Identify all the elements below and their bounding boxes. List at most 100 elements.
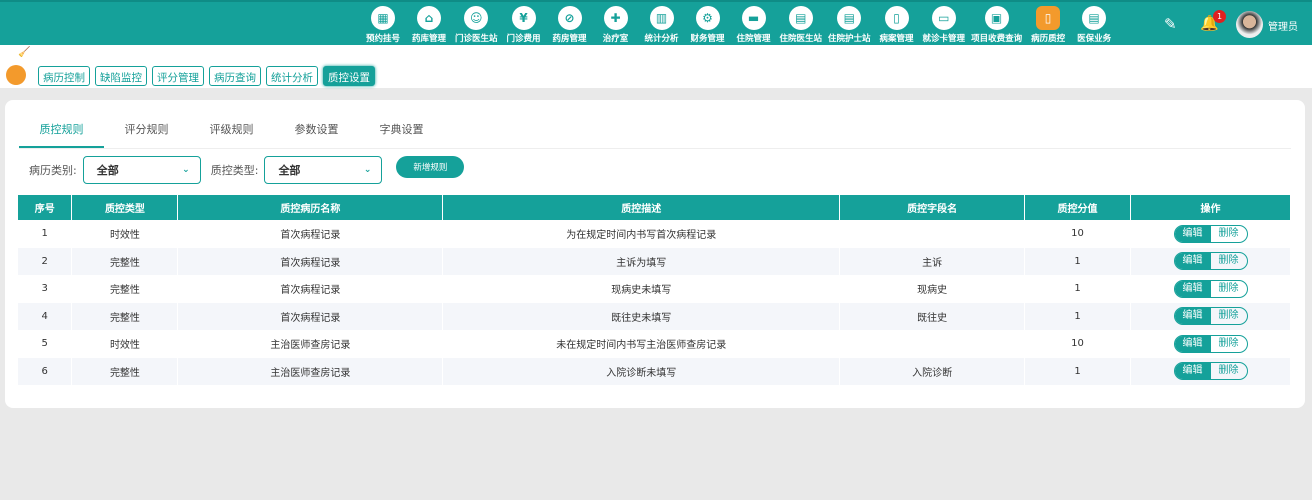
nav-item[interactable]: ¥ 门诊费用 — [501, 6, 547, 44]
table-cell: 1 — [1024, 357, 1131, 385]
nav-label: 门诊医生站 — [455, 34, 498, 44]
column-header: 质控分值 — [1024, 195, 1131, 220]
nav-label: 项目收费查询 — [971, 34, 1023, 44]
nav-label: 住院护士站 — [828, 34, 871, 44]
type-value: 全部 — [278, 164, 301, 177]
card-icon: ▭ — [931, 6, 956, 30]
subtab[interactable]: 缺陷监控 — [95, 66, 147, 86]
edit-button[interactable]: 编辑 — [1174, 280, 1211, 297]
delete-button[interactable]: 删除 — [1211, 281, 1247, 297]
category-select[interactable]: 全部 ⌄ — [82, 156, 201, 184]
table-cell: 10 — [1024, 220, 1131, 248]
table-cell: 6 — [18, 357, 73, 385]
table-cell: 1 — [1024, 247, 1131, 275]
column-header: 质控字段名 — [839, 195, 1026, 220]
broom-icon[interactable]: 🧹 — [18, 47, 30, 58]
subtab[interactable]: 评分管理 — [152, 66, 204, 86]
doctor-icon: ☺ — [464, 6, 489, 30]
table-row: 4 完整性 首次病程记录 既往史未填写 既往史 1 编辑 删除 — [18, 302, 1291, 330]
table-row: 3 完整性 首次病程记录 现病史未填写 现病史 1 编辑 删除 — [18, 275, 1291, 303]
column-header: 质控类型 — [71, 195, 179, 220]
rules-table: 序号 质控类型 质控病历名称 质控描述 质控字段名 质控分值 操作 1 时效性 首次病程记录 为在… — [18, 195, 1291, 385]
table-row: 2 完整性 首次病程记录 主诉为填写 主诉 1 编辑 删除 — [18, 247, 1291, 275]
table-cell: 1 — [1024, 302, 1131, 330]
delete-button[interactable]: 删除 — [1211, 253, 1247, 269]
nav-item[interactable]: ☺ 门诊医生站 — [452, 6, 501, 44]
table-cell — [839, 330, 1026, 358]
subtab[interactable]: 统计分析 — [266, 66, 318, 86]
type-select[interactable]: 全部 ⌄ — [264, 156, 383, 184]
table-cell: 首次病程记录 — [177, 220, 444, 248]
nav-label: 门诊费用 — [506, 34, 541, 44]
delete-button[interactable]: 删除 — [1211, 363, 1247, 379]
column-header: 质控病历名称 — [177, 195, 444, 220]
nav-item[interactable]: ▦ 预约挂号 — [360, 6, 406, 44]
actions-cell: 编辑 删除 — [1130, 275, 1291, 303]
nav-label: 医保业务 — [1077, 34, 1112, 44]
table-cell: 既往史未填写 — [442, 302, 841, 330]
nav-label: 住院医生站 — [779, 34, 823, 44]
subtab[interactable]: 病历控制 — [38, 66, 90, 86]
chevron-down-icon: ⌄ — [182, 165, 190, 175]
table-row: 6 完整性 主治医师查房记录 入院诊断未填写 入院诊断 1 编辑 删除 — [18, 357, 1291, 385]
table-cell: 主诉为填写 — [442, 247, 841, 275]
nav-item[interactable]: ▣ 项目收费查询 — [968, 6, 1025, 44]
nav-item[interactable]: ▭ 就诊卡管理 — [920, 6, 969, 44]
table-cell: 5 — [18, 330, 73, 358]
delete-button[interactable]: 删除 — [1211, 308, 1247, 324]
edit-button[interactable]: 编辑 — [1174, 225, 1211, 242]
column-header: 操作 — [1130, 195, 1291, 220]
record-logo-icon — [6, 65, 26, 85]
nurse-card-icon: ▤ — [837, 6, 862, 30]
nav-item[interactable]: ▯ 病历质控 — [1025, 6, 1071, 44]
table-cell: 完整性 — [71, 275, 179, 303]
table-row: 1 时效性 首次病程记录 为在规定时间内书写首次病程记录 10 编辑 删除 — [18, 220, 1291, 248]
delete-button[interactable]: 删除 — [1211, 336, 1247, 352]
nav-item[interactable]: ⚙ 财务管理 — [685, 6, 731, 44]
nav-item[interactable]: ▯ 病案管理 — [874, 6, 920, 44]
user-name[interactable]: 管理员 — [1268, 18, 1298, 33]
tab[interactable]: 评级规则 — [189, 115, 274, 148]
table-cell: 既往史 — [839, 302, 1026, 330]
nav-label: 财务管理 — [690, 34, 725, 44]
edit-button[interactable]: 编辑 — [1174, 363, 1211, 380]
table-cell: 1 — [18, 220, 73, 248]
bed-icon: ▬ — [741, 6, 766, 30]
nav-item[interactable]: ✚ 治疗室 — [593, 6, 639, 44]
nav-item[interactable]: ▤ 医保业务 — [1071, 6, 1117, 44]
edit-button[interactable]: 编辑 — [1174, 335, 1211, 352]
add-rule-button[interactable]: 新增规则 — [396, 156, 465, 178]
pencil-icon[interactable]: ✎ — [1164, 15, 1177, 33]
table-cell: 首次病程记录 — [177, 247, 444, 275]
nav-label: 病案管理 — [879, 34, 914, 44]
subtab[interactable]: 质控设置 — [323, 66, 375, 86]
nav-item[interactable]: ⌂ 药库管理 — [406, 6, 452, 44]
record-icon: ▯ — [1036, 6, 1061, 30]
nav-label: 预约挂号 — [365, 34, 400, 44]
nav-item[interactable]: ⊘ 药房管理 — [547, 6, 593, 44]
nav-label: 就诊卡管理 — [922, 34, 966, 44]
nav-item[interactable]: ▤ 住院医生站 — [777, 6, 826, 44]
subtab[interactable]: 病历查询 — [209, 66, 261, 86]
nav-item[interactable]: ▤ 住院护士站 — [825, 6, 874, 44]
delete-button[interactable]: 删除 — [1211, 226, 1247, 242]
edit-button[interactable]: 编辑 — [1174, 253, 1211, 270]
edit-button[interactable]: 编辑 — [1174, 308, 1211, 325]
filter-bar: 病历类别: 全部 ⌄ 质控类型: 全部 ⌄ 新增规则 — [29, 156, 465, 184]
tab[interactable]: 质控规则 — [19, 115, 104, 148]
table-cell: 1 — [1024, 275, 1131, 303]
table-cell: 主诉 — [839, 247, 1026, 275]
actions-cell: 编辑 删除 — [1130, 247, 1291, 275]
column-header: 质控描述 — [442, 195, 841, 220]
avatar[interactable] — [1236, 11, 1263, 38]
nav-item[interactable]: ▥ 统计分析 — [639, 6, 685, 44]
insurance-icon: ▤ — [1082, 6, 1107, 30]
nav-item[interactable]: ▬ 住院管理 — [731, 6, 777, 44]
table-cell: 首次病程记录 — [177, 275, 444, 303]
tab[interactable]: 字典设置 — [359, 115, 444, 148]
table-cell: 完整性 — [71, 247, 179, 275]
tab[interactable]: 评分规则 — [104, 115, 189, 148]
tab[interactable]: 参数设置 — [274, 115, 359, 148]
table-cell: 时效性 — [71, 330, 179, 358]
sub-navbar: 🧹 病历控制 缺陷监控 评分管理 病历查询 统计分析 质控设置 — [0, 45, 1312, 88]
